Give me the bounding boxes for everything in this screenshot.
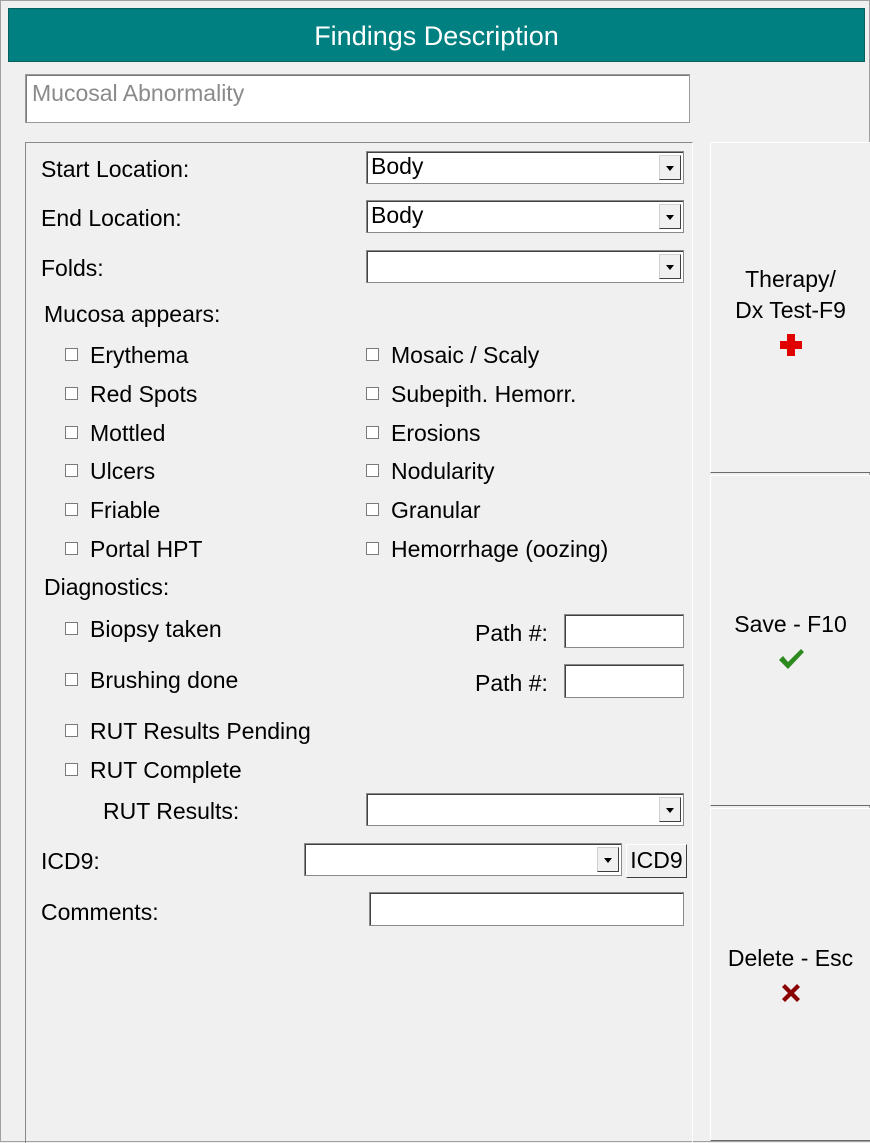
checkbox-friable[interactable]: Friable (65, 497, 160, 524)
checkbox-label: Erythema (90, 342, 189, 368)
window-title: Findings Description (8, 8, 865, 62)
therapy-dx-test-button[interactable]: Therapy/ Dx Test-F9 (710, 142, 870, 473)
mucosa-appears-label: Mucosa appears: (44, 301, 221, 327)
save-button-label: Save - F10 (734, 611, 847, 637)
rut-results-select[interactable] (366, 793, 684, 826)
checkbox-box[interactable] (366, 503, 379, 516)
checkbox-rut-results-pending[interactable]: RUT Results Pending (65, 718, 311, 745)
checkbox-box[interactable] (65, 464, 78, 477)
brushing-path-input[interactable] (564, 664, 684, 698)
rut-results-label: RUT Results: (103, 798, 240, 824)
checkbox-box[interactable] (366, 542, 379, 555)
biopsy-path-label: Path #: (475, 620, 548, 646)
checkbox-erythema[interactable]: Erythema (65, 342, 188, 369)
checkbox-label: Mosaic / Scaly (391, 342, 540, 368)
checkbox-nodularity[interactable]: Nodularity (366, 458, 495, 485)
delete-button-label: Delete - Esc (727, 945, 854, 971)
end-location-value: Body (371, 202, 424, 228)
start-location-select[interactable]: Body (366, 151, 684, 184)
checkbox-mosaic-scaly[interactable]: Mosaic / Scaly (366, 342, 539, 369)
therapy-button-label-line1: Therapy/ (745, 266, 836, 292)
checkbox-label: Nodularity (391, 458, 495, 484)
checkbox-label: Subepith. Hemorr. (391, 381, 577, 407)
diagnostics-label: Diagnostics: (44, 574, 170, 600)
checkbox-box[interactable] (65, 542, 78, 555)
checkbox-rut-complete[interactable]: RUT Complete (65, 757, 242, 784)
checkbox-red-spots[interactable]: Red Spots (65, 381, 197, 408)
chevron-down-icon[interactable] (659, 797, 681, 822)
therapy-button-label-line2: Dx Test-F9 (735, 297, 846, 323)
checkbox-subepith-hemorr[interactable]: Subepith. Hemorr. (366, 381, 576, 408)
red-x-icon (711, 980, 870, 1012)
checkbox-box[interactable] (65, 724, 78, 737)
icd9-lookup-button[interactable]: ICD9 (626, 844, 687, 878)
end-location-select[interactable]: Body (366, 200, 684, 233)
checkbox-label: Ulcers (90, 458, 156, 484)
comments-input[interactable] (369, 892, 684, 926)
findings-window: Findings Description Mucosal Abnormality… (0, 0, 870, 1143)
delete-button[interactable]: Delete - Esc (710, 808, 870, 1141)
checkbox-erosions[interactable]: Erosions (366, 420, 480, 447)
chevron-down-icon[interactable] (597, 847, 619, 872)
start-location-value: Body (371, 153, 424, 179)
checkbox-box[interactable] (366, 426, 379, 439)
icd9-select[interactable] (304, 843, 622, 876)
checkbox-box[interactable] (65, 673, 78, 686)
finding-name-field[interactable]: Mucosal Abnormality (25, 74, 690, 123)
checkbox-label: Biopsy taken (90, 616, 222, 642)
checkbox-box[interactable] (65, 387, 78, 400)
chevron-down-icon[interactable] (659, 204, 681, 229)
checkbox-box[interactable] (65, 622, 78, 635)
checkbox-label: Brushing done (90, 667, 239, 693)
checkbox-box[interactable] (65, 426, 78, 439)
checkbox-mottled[interactable]: Mottled (65, 420, 165, 447)
checkbox-label: RUT Results Pending (90, 718, 311, 744)
icd9-label: ICD9: (41, 848, 100, 874)
checkbox-box[interactable] (65, 763, 78, 776)
biopsy-path-input[interactable] (564, 614, 684, 648)
checkbox-box[interactable] (65, 503, 78, 516)
start-location-label: Start Location: (41, 156, 190, 182)
checkbox-brushing-done[interactable]: Brushing done (65, 667, 238, 694)
checkbox-label: Mottled (90, 420, 166, 446)
brushing-path-label: Path #: (475, 670, 548, 696)
checkbox-label: Red Spots (90, 381, 198, 407)
checkbox-label: Hemorrhage (oozing) (391, 536, 609, 562)
folds-select[interactable] (366, 250, 684, 283)
red-cross-icon (711, 332, 870, 364)
chevron-down-icon[interactable] (659, 155, 681, 180)
folds-label: Folds: (41, 255, 104, 281)
checkbox-box[interactable] (366, 464, 379, 477)
checkbox-hemorrhage-oozing[interactable]: Hemorrhage (oozing) (366, 536, 608, 563)
checkbox-box[interactable] (65, 348, 78, 361)
checkbox-biopsy-taken[interactable]: Biopsy taken (65, 616, 222, 643)
checkbox-label: RUT Complete (90, 757, 242, 783)
checkbox-label: Friable (90, 497, 161, 523)
end-location-label: End Location: (41, 205, 182, 231)
comments-label: Comments: (41, 899, 159, 925)
checkbox-label: Portal HPT (90, 536, 203, 562)
checkbox-box[interactable] (366, 348, 379, 361)
green-check-icon (711, 646, 870, 678)
save-button[interactable]: Save - F10 (710, 475, 870, 806)
checkbox-ulcers[interactable]: Ulcers (65, 458, 155, 485)
checkbox-portal-hpt[interactable]: Portal HPT (65, 536, 202, 563)
checkbox-granular[interactable]: Granular (366, 497, 480, 524)
chevron-down-icon[interactable] (659, 254, 681, 279)
checkbox-box[interactable] (366, 387, 379, 400)
checkbox-label: Granular (391, 497, 481, 523)
checkbox-label: Erosions (391, 420, 481, 446)
